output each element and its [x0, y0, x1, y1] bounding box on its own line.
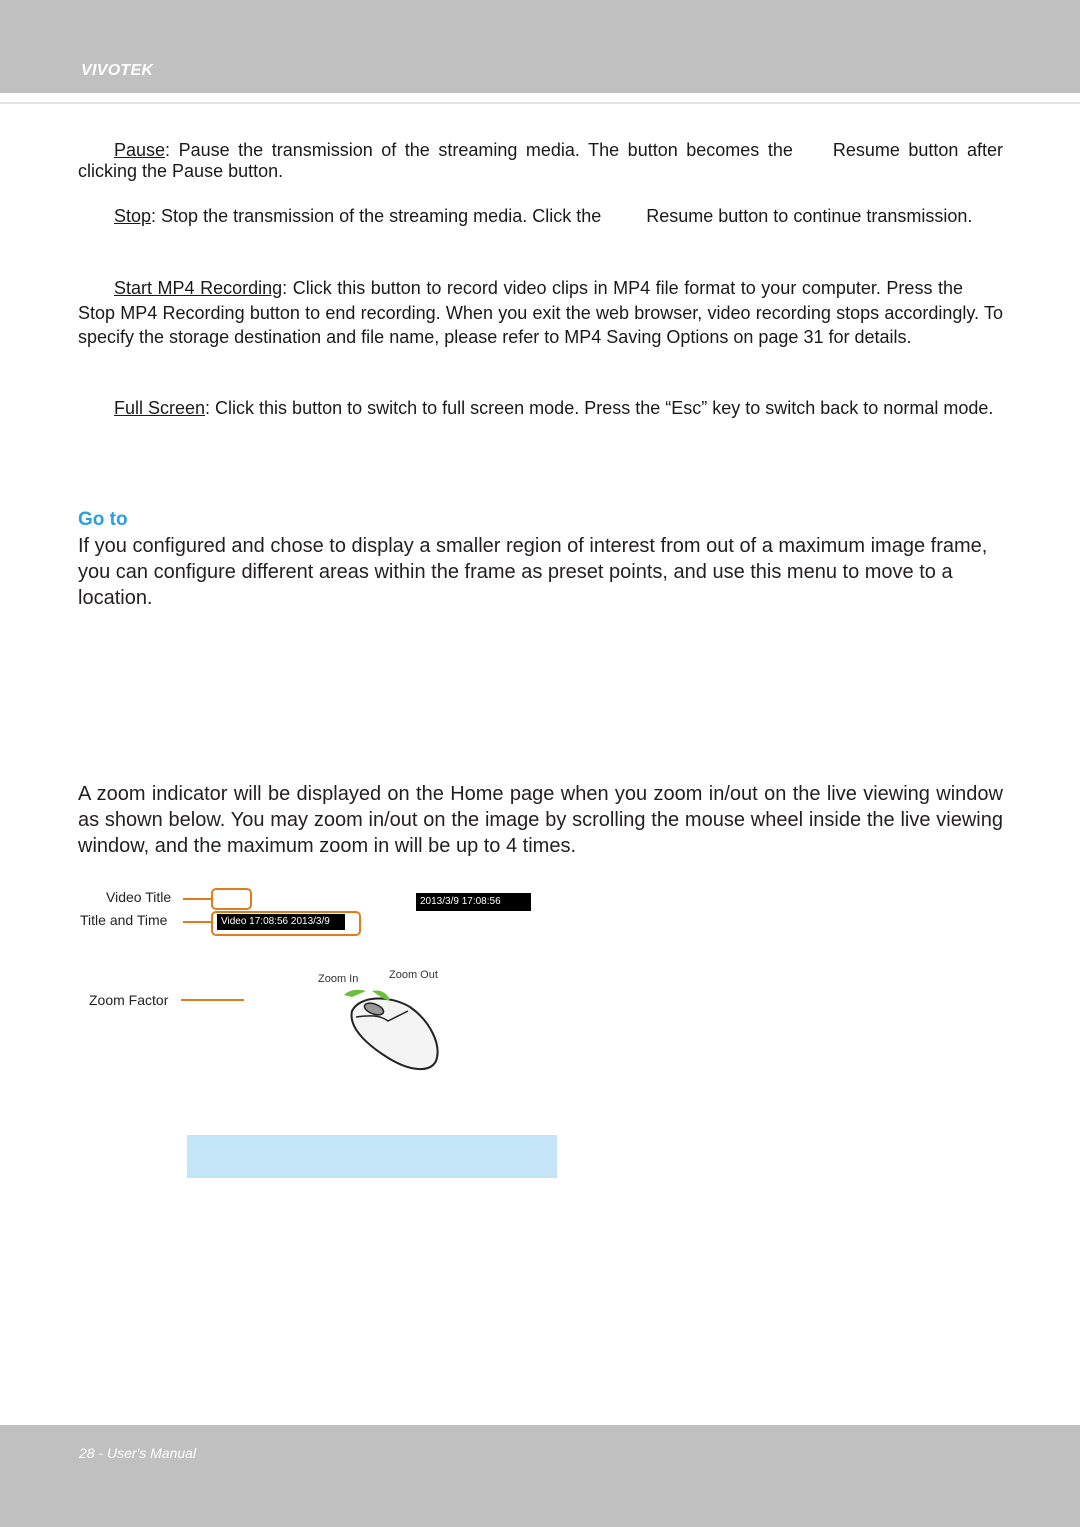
term-full-screen: Full Screen — [114, 398, 206, 418]
term-pause: Pause — [114, 140, 166, 160]
video-title-box — [211, 888, 252, 910]
mp4-text-a: : Click this button to record video clip… — [282, 278, 963, 298]
pause-text-a: : Pause the transmission of the streamin… — [165, 140, 793, 160]
brand-logo: VIVOTEK — [81, 62, 154, 79]
page-footer: 28 - User's Manual — [0, 1425, 1080, 1527]
footer-page-label: 28 - User's Manual — [79, 1445, 197, 1461]
zoom-in-arrow-icon — [344, 989, 366, 997]
mp4-text-b: Stop MP4 Recording button to end recordi… — [78, 302, 1003, 348]
time-overlay: 2013/3/9 17:08:56 — [416, 893, 531, 911]
label-title-and-time: Title and Time — [80, 912, 168, 928]
mouse-body — [350, 997, 439, 1070]
header-divider — [0, 102, 1080, 104]
fullscreen-text: : Click this button to switch to full sc… — [205, 398, 994, 418]
title-time-overlay: Video 17:08:56 2013/3/9 — [217, 914, 345, 930]
item-pause: Pause: Pause the transmission of the str… — [78, 140, 1003, 182]
item-start-mp4: Start MP4 Recording: Click this button t… — [78, 276, 1003, 350]
mouse-icon — [344, 989, 439, 1070]
mouse-zoom-out-label: Zoom Out — [389, 969, 438, 981]
page-header: VIVOTEK — [0, 0, 1080, 93]
term-stop: Stop — [114, 206, 152, 226]
leader-video-title — [183, 898, 211, 900]
stop-text-b: Resume button to continue transmission. — [646, 206, 973, 226]
note-box — [187, 1135, 557, 1178]
item-full-screen: Full Screen: Click this button to switch… — [78, 398, 1003, 419]
stop-text-a: : Stop the transmission of the streaming… — [151, 206, 602, 226]
leader-title-and-time — [183, 921, 211, 923]
goto-body: If you configured and chose to display a… — [78, 535, 988, 609]
mouse-zoom-in-label: Zoom In — [318, 973, 359, 985]
label-zoom-factor: Zoom Factor — [89, 992, 169, 1008]
item-stop: Stop: Stop the transmission of the strea… — [78, 206, 1003, 227]
section-heading-goto: Go to — [78, 509, 128, 530]
zoom-paragraph: A zoom indicator will be displayed on th… — [78, 783, 1003, 857]
term-start-mp4: Start MP4 Recording — [114, 278, 283, 298]
label-video-title: Video Title — [106, 889, 172, 905]
leader-zoom-factor — [181, 999, 244, 1001]
